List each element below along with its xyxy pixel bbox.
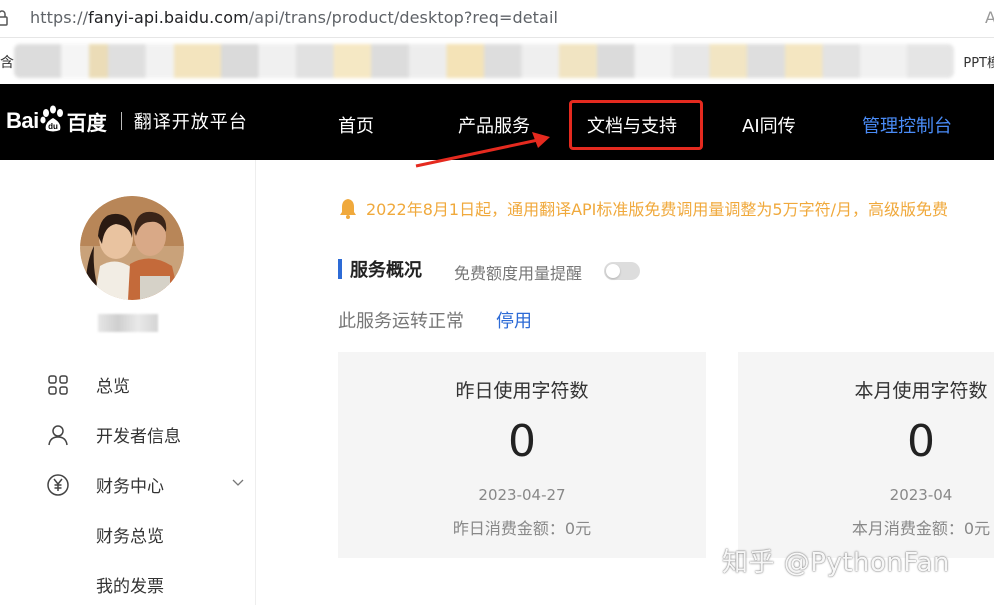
- url-prefix: https://: [30, 8, 89, 27]
- quota-reminder-toggle[interactable]: [604, 262, 640, 280]
- sidebar-item-label: 开发者信息: [96, 427, 181, 447]
- url-path: /api/trans/product/desktop?req=detail: [248, 8, 559, 27]
- user-icon: [46, 423, 70, 447]
- sidebar: 总览 开发者信息 财务中心 财务总览 我的发票: [0, 160, 256, 605]
- card-value: 0: [508, 416, 536, 467]
- logo-baidu-text: 百度: [66, 110, 107, 135]
- card-value: 0: [907, 416, 935, 467]
- bookmark-item[interactable]: 含: [0, 52, 14, 72]
- notice-banner: 2022年8月1日起，通用翻译API标准版免费调用量调整为5万字符/月，高级版免…: [338, 196, 948, 220]
- reader-mode-button[interactable]: A: [985, 8, 994, 27]
- section-title: 服务概况: [338, 256, 422, 282]
- paw-icon: du: [40, 105, 63, 132]
- baidu-logo[interactable]: Bai du 百度 翻译开放平台: [6, 105, 248, 136]
- address-bar[interactable]: https://fanyi-api.baidu.com/api/trans/pr…: [0, 0, 994, 38]
- user-avatar[interactable]: [80, 196, 184, 300]
- section-title-text: 服务概况: [350, 260, 422, 281]
- stat-card-yesterday: 昨日使用字符数 0 2023-04-27 昨日消费金额：0元: [338, 352, 706, 558]
- logo-subtitle: 翻译开放平台: [133, 112, 248, 133]
- stop-service-link[interactable]: 停用: [496, 307, 532, 333]
- sidebar-item-finance[interactable]: 财务中心: [46, 472, 164, 497]
- annotation-arrow-icon: [415, 132, 550, 168]
- sidebar-item-overview[interactable]: 总览: [46, 372, 130, 397]
- svg-text:du: du: [48, 122, 58, 131]
- nav-ai-interpretation[interactable]: AI同传: [742, 112, 796, 138]
- bookmark-item-ppt[interactable]: PPT模: [963, 52, 994, 71]
- toggle-knob: [606, 264, 620, 278]
- sidebar-subitem-invoices[interactable]: 我的发票: [96, 572, 164, 597]
- card-date: 2023-04-27: [478, 486, 566, 504]
- notice-text: 2022年8月1日起，通用翻译API标准版免费调用量调整为5万字符/月，高级版免…: [366, 200, 948, 219]
- url-host: fanyi-api.baidu.com: [88, 8, 249, 27]
- username-blurred: [98, 314, 158, 332]
- sidebar-item-label: 财务中心: [96, 477, 164, 497]
- page: https://fanyi-api.baidu.com/api/trans/pr…: [0, 0, 994, 605]
- logo-bai-text: Bai: [6, 108, 39, 133]
- card-amount: 昨日消费金额：0元: [452, 519, 592, 538]
- blurred-bookmarks: [14, 44, 954, 78]
- stat-card-month: 本月使用字符数 0 2023-04 本月消费金额：0元: [738, 352, 994, 558]
- yen-icon: [46, 473, 70, 497]
- card-date: 2023-04: [889, 486, 953, 504]
- nav-console[interactable]: 管理控制台: [862, 112, 952, 138]
- sidebar-item-label: 总览: [96, 377, 130, 397]
- chevron-down-icon[interactable]: [232, 478, 244, 488]
- sidebar-item-developer-info[interactable]: 开发者信息: [46, 422, 181, 447]
- card-amount: 本月消费金额：0元: [851, 519, 991, 538]
- lock-icon: [0, 10, 8, 26]
- annotation-highlight-box: [569, 100, 703, 150]
- bell-icon: [340, 199, 356, 219]
- quota-reminder-label: 免费额度用量提醒: [454, 264, 583, 283]
- grid-icon: [46, 373, 70, 397]
- card-title: 本月使用字符数: [854, 380, 988, 402]
- watermark: 知乎 @PythonFan: [722, 548, 950, 578]
- service-status-text: 此服务运转正常: [338, 311, 464, 332]
- sidebar-subitem-finance-overview[interactable]: 财务总览: [96, 522, 164, 547]
- logo-divider: [120, 112, 122, 130]
- url-text[interactable]: https://fanyi-api.baidu.com/api/trans/pr…: [30, 8, 558, 27]
- card-title: 昨日使用字符数: [455, 380, 589, 402]
- section-accent-bar: [338, 259, 342, 279]
- nav-home[interactable]: 首页: [338, 112, 374, 138]
